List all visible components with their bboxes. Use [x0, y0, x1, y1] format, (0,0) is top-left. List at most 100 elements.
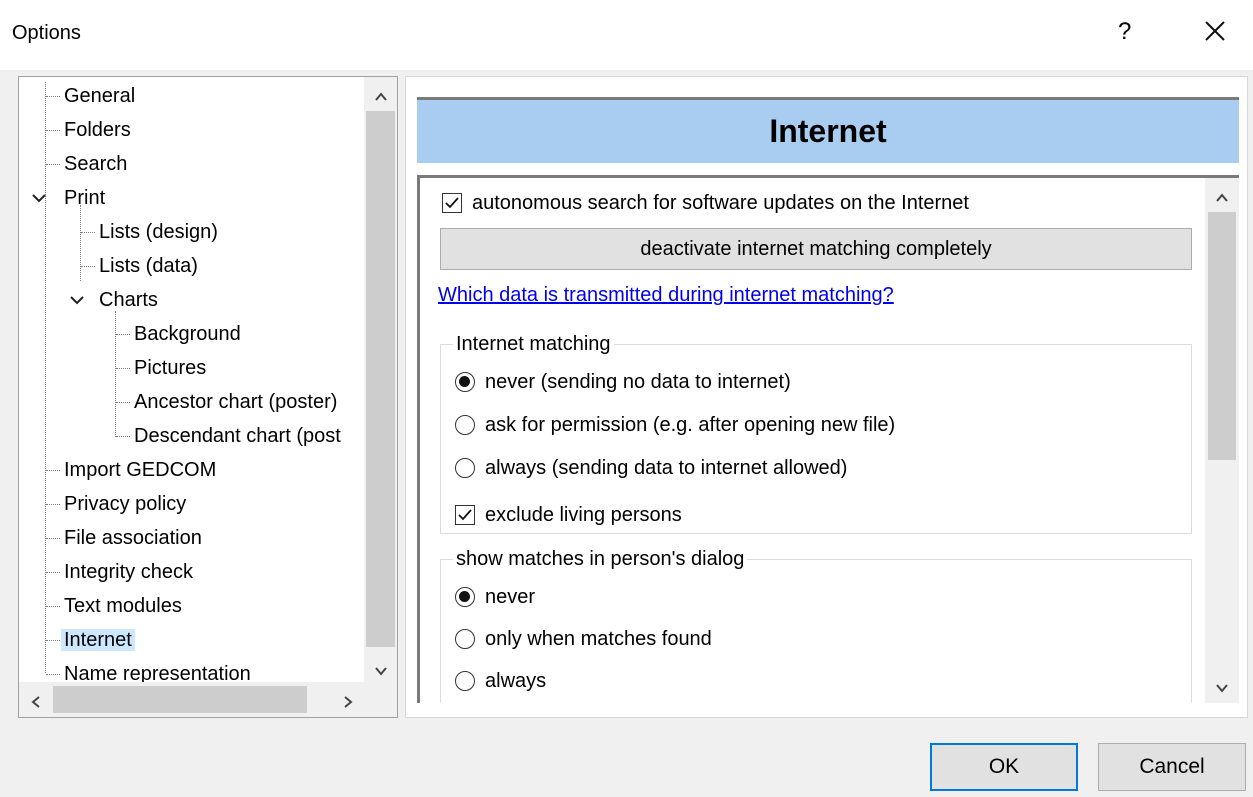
option-label: only when matches found	[485, 628, 712, 650]
tree-connector	[46, 470, 60, 471]
show-matches-legend: show matches in person's dialog	[453, 545, 748, 573]
ok-button[interactable]: OK	[930, 743, 1078, 791]
tree-item-pictures[interactable]: Pictures	[131, 353, 209, 383]
tree-connector	[46, 606, 60, 607]
tree-item-folders[interactable]: Folders	[61, 115, 134, 145]
exclude-living-option[interactable]: exclude living persons	[455, 500, 855, 530]
tree-item-background[interactable]: Background	[131, 319, 244, 349]
tree-item-label: Background	[134, 323, 241, 345]
auto-update-label: autonomous search for software updates o…	[472, 192, 969, 214]
panel-header: Internet	[417, 97, 1239, 163]
tree-connector	[46, 130, 60, 131]
show-option-never[interactable]: never	[455, 582, 755, 612]
chevron-down-icon[interactable]	[1215, 678, 1229, 693]
tree-item-search[interactable]: Search	[61, 149, 130, 179]
tree-vertical-scrollbar[interactable]	[364, 77, 397, 683]
tree-connector	[46, 640, 60, 641]
tree-item-import-gedcom[interactable]: Import GEDCOM	[61, 455, 219, 485]
tree-item-label: Name representation	[64, 663, 251, 683]
transmitted-data-link[interactable]: Which data is transmitted during interne…	[438, 284, 894, 307]
show-option-always[interactable]: always	[455, 666, 755, 696]
help-button[interactable]: ?	[1118, 18, 1131, 46]
matching-option-ask[interactable]: ask for permission (e.g. after opening n…	[455, 410, 1035, 440]
tree-connector	[46, 164, 60, 165]
tree-item-label: General	[64, 85, 136, 107]
chevron-down-icon[interactable]	[374, 661, 388, 676]
scrollbar-corner	[364, 682, 397, 717]
radio-button[interactable]	[455, 629, 475, 649]
tree-item-internet[interactable]: Internet	[61, 625, 135, 655]
radio-button[interactable]	[455, 671, 475, 691]
option-label: exclude living persons	[485, 504, 682, 526]
close-icon[interactable]	[1198, 14, 1232, 48]
tree-connector	[46, 674, 60, 675]
tree-item-label: Text modules	[64, 595, 182, 617]
tree-item-integrity-check[interactable]: Integrity check	[61, 557, 196, 587]
tree-item-file-association[interactable]: File association	[61, 523, 205, 553]
tree-connector	[80, 205, 81, 281]
tree-connector	[81, 266, 95, 267]
chevron-left-icon[interactable]	[29, 692, 43, 708]
tree-item-label: Descendant chart (post	[134, 425, 341, 447]
tree-item-label: Print	[64, 187, 106, 209]
tree-item-label: Lists (design)	[99, 221, 218, 243]
option-label: never	[485, 586, 536, 608]
option-label: always	[485, 670, 547, 692]
radio-button[interactable]	[455, 458, 475, 478]
tree-connector	[46, 572, 60, 573]
tree-item-descendant-chart[interactable]: Descendant chart (post	[131, 421, 344, 451]
tree-item-lists-design[interactable]: Lists (design)	[96, 217, 221, 247]
tree-connector	[116, 436, 130, 437]
radio-button[interactable]	[455, 415, 475, 435]
scroll-thumb[interactable]	[366, 111, 395, 647]
tree-connector	[116, 334, 130, 335]
tree-item-ancestor-chart[interactable]: Ancestor chart (poster)	[131, 387, 340, 417]
tree-item-label: Import GEDCOM	[64, 459, 217, 481]
tree-horizontal-scrollbar[interactable]	[19, 682, 365, 717]
tree-item-label: Folders	[64, 119, 131, 141]
tree-connector	[115, 311, 116, 437]
options-tree[interactable]: General Folders Search Print Lists (desi…	[18, 76, 398, 718]
settings-content: autonomous search for software updates o…	[417, 175, 1239, 703]
tree-item-privacy-policy[interactable]: Privacy policy	[61, 489, 189, 519]
auto-update-option[interactable]: autonomous search for software updates o…	[440, 188, 1060, 218]
matching-option-always[interactable]: always (sending data to internet allowed…	[455, 453, 1015, 483]
tree-item-print[interactable]: Print	[61, 183, 108, 213]
tree-item-label: Ancestor chart (poster)	[134, 391, 338, 413]
deactivate-matching-button[interactable]: deactivate internet matching completely	[440, 228, 1192, 270]
scroll-thumb[interactable]	[1208, 212, 1236, 460]
scroll-thumb[interactable]	[53, 686, 307, 713]
content-vertical-scrollbar[interactable]	[1205, 178, 1239, 703]
cancel-button[interactable]: Cancel	[1098, 743, 1246, 791]
chevron-down-icon[interactable]	[69, 291, 85, 307]
chevron-down-icon[interactable]	[31, 189, 47, 205]
show-option-when-found[interactable]: only when matches found	[455, 624, 855, 654]
internet-matching-legend: Internet matching	[453, 330, 614, 358]
auto-update-checkbox[interactable]	[442, 193, 462, 213]
chevron-up-icon[interactable]	[1215, 188, 1229, 202]
tree-item-general[interactable]: General	[61, 81, 138, 111]
tree-viewport: General Folders Search Print Lists (desi…	[19, 77, 365, 683]
tree-item-charts[interactable]: Charts	[96, 285, 161, 315]
tree-item-label: Privacy policy	[64, 493, 187, 515]
internet-matching-group: Internet matching never (sending no data…	[440, 330, 1192, 534]
tree-item-label: Charts	[99, 289, 158, 311]
internet-settings-panel: Internet autonomous search for software …	[405, 76, 1248, 718]
tree-item-name-representation[interactable]: Name representation	[61, 659, 254, 683]
tree-connector	[116, 368, 130, 369]
tree-connector	[46, 538, 60, 539]
exclude-living-checkbox[interactable]	[455, 505, 475, 525]
tree-item-lists-data[interactable]: Lists (data)	[96, 251, 201, 281]
tree-connector	[45, 82, 46, 673]
chevron-up-icon[interactable]	[374, 87, 388, 101]
radio-button[interactable]	[455, 372, 475, 392]
tree-item-text-modules[interactable]: Text modules	[61, 591, 185, 621]
chevron-right-icon[interactable]	[341, 692, 355, 708]
matching-option-never[interactable]: never (sending no data to internet)	[455, 367, 975, 397]
tree-connector	[81, 232, 95, 233]
option-label: always (sending data to internet allowed…	[485, 457, 848, 479]
radio-button[interactable]	[455, 587, 475, 607]
option-label: ask for permission (e.g. after opening n…	[485, 414, 896, 436]
show-matches-group: show matches in person's dialog never on…	[440, 545, 1192, 703]
tree-connector	[116, 402, 130, 403]
